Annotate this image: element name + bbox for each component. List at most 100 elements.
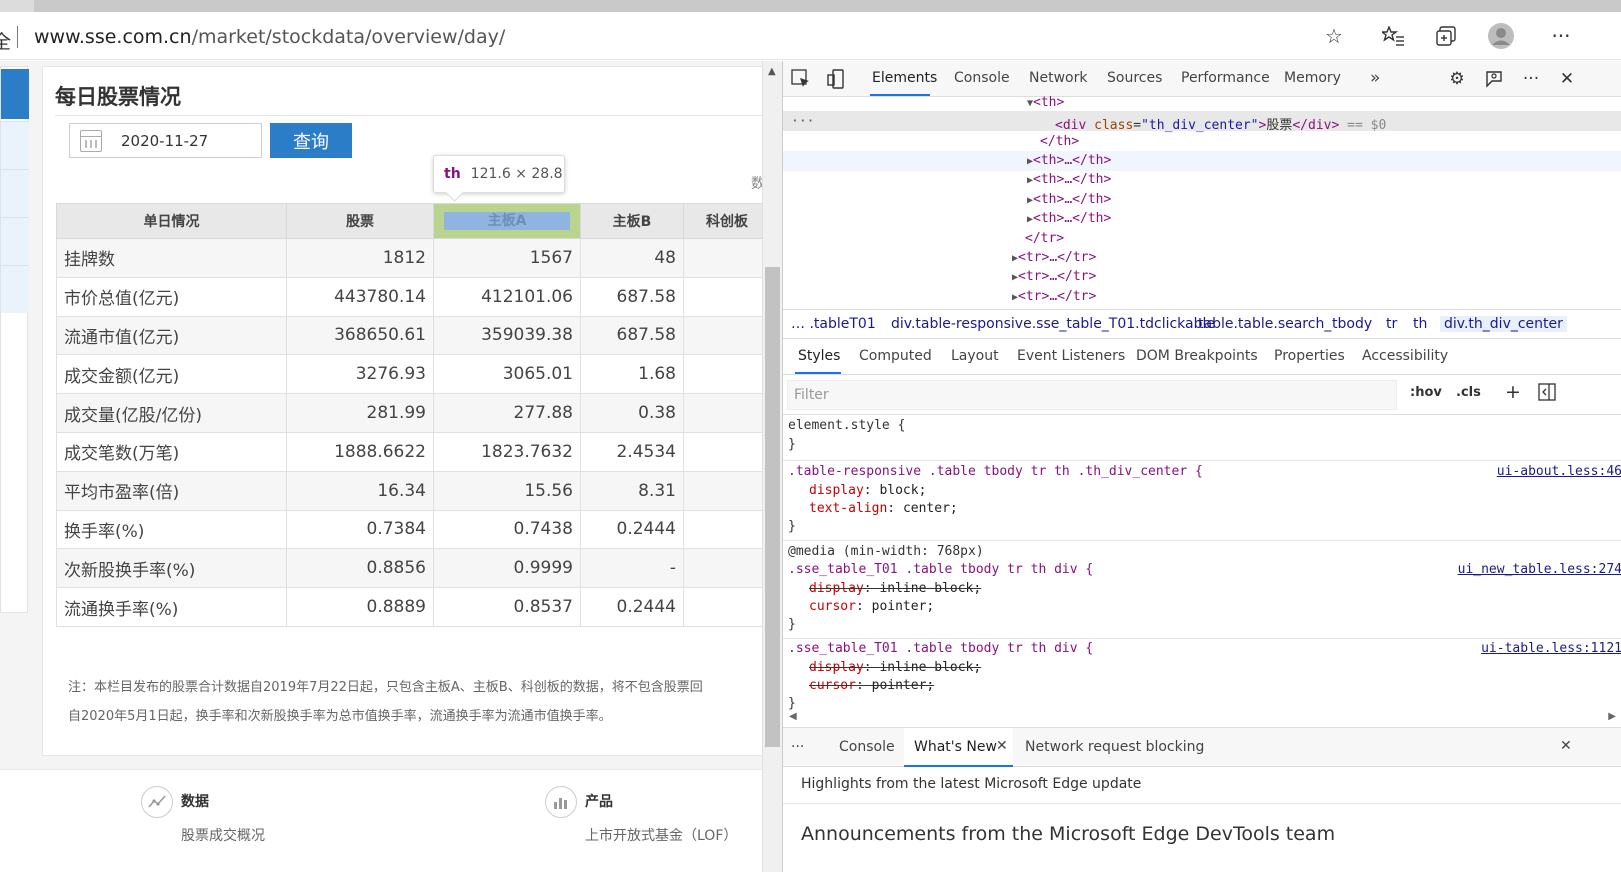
feedback-icon[interactable] [1482, 67, 1506, 91]
dom-node[interactable]: ▶<th>…</th> [1027, 172, 1111, 187]
value-cell[interactable]: - [580, 548, 684, 589]
value-cell[interactable]: 412101.06 [433, 277, 581, 317]
breadcrumb-item[interactable]: th [1413, 316, 1427, 332]
value-cell[interactable]: 16.34 [286, 471, 434, 511]
active-tab-edge[interactable] [34, 0, 1621, 12]
tab-sources[interactable]: Sources [1107, 70, 1162, 86]
row-label-cell[interactable]: 成交量(亿股/亿份) [56, 393, 287, 433]
tab-layout[interactable]: Layout [951, 348, 999, 364]
value-cell[interactable]: 15.56 [433, 471, 581, 511]
dom-node[interactable]: </tr> [1025, 231, 1064, 246]
close-drawer-icon[interactable]: ✕ [1560, 738, 1572, 754]
row-label-cell[interactable]: 流通换手率(%) [56, 587, 287, 627]
header-cell[interactable]: 主板B [580, 203, 684, 239]
style-rule[interactable]: .sse_table_T01 .table tbody tr th div { … [783, 639, 1621, 711]
style-rule[interactable]: @media (min-width: 768px) .sse_table_T01… [783, 541, 1621, 639]
footer-link[interactable]: 上市开放式基金（LOF） [585, 825, 737, 845]
url-field[interactable]: 全 www.sse.com.cn/market/stockdata/overvi… [0, 16, 1361, 56]
tab-console[interactable]: Console [954, 70, 1010, 86]
drawer-tab-console[interactable]: Console [839, 739, 895, 755]
scrollbar-thumb[interactable] [765, 267, 780, 747]
drawer-tab-whats-new[interactable]: What's New [914, 739, 997, 755]
dom-node[interactable]: ▶<th>…</th> [1027, 211, 1111, 226]
row-label-cell[interactable]: 成交笔数(万笔) [56, 432, 287, 472]
calendar-icon[interactable] [80, 130, 102, 152]
page-scrollbar[interactable]: ▲ [762, 61, 782, 872]
value-cell[interactable]: 0.8537 [433, 587, 581, 627]
favorites-list-icon[interactable] [1377, 20, 1409, 52]
header-cell-highlighted[interactable]: 主板A [433, 203, 581, 239]
tab-network[interactable]: Network [1029, 70, 1087, 86]
value-cell[interactable]: 1823.7632 [433, 432, 581, 472]
value-cell[interactable]: 687.58 [580, 277, 684, 317]
style-rule[interactable]: .table-responsive .table tbody tr th .th… [783, 461, 1621, 541]
row-label-cell[interactable]: 换手率(%) [56, 510, 287, 550]
dom-node[interactable]: ▶<tr>…</tr> [1012, 269, 1096, 284]
rule-declaration[interactable]: text-align: center; [809, 501, 958, 516]
hover-state-toggle[interactable]: :hov [1410, 385, 1442, 400]
header-cell[interactable]: 股票 [286, 203, 434, 239]
dom-node[interactable]: ▶<tr>…</tr> [1012, 250, 1096, 265]
rule-source-link[interactable]: ui_new_table.less:274 [1458, 562, 1621, 577]
left-nav-item[interactable] [1, 169, 29, 217]
value-cell[interactable]: 0.7384 [286, 510, 434, 550]
settings-gear-icon[interactable]: ⚙ [1445, 67, 1469, 91]
value-cell[interactable]: 1812 [286, 238, 434, 278]
dom-node[interactable]: ▶<tr>…</tr> [1012, 289, 1096, 304]
footer-link[interactable]: 股票成交概况 [181, 825, 265, 845]
dom-node[interactable]: ▶<th>…</th> [1027, 153, 1111, 168]
value-cell[interactable]: 2.4534 [580, 432, 684, 472]
value-cell[interactable]: 3276.93 [286, 354, 434, 395]
rule-declaration-overridden[interactable]: cursor: pointer; [809, 678, 934, 693]
date-input[interactable]: 2020-11-27 [69, 123, 262, 158]
value-cell[interactable]: 277.88 [433, 393, 581, 433]
drawer-menu-icon[interactable]: ··· [791, 739, 804, 755]
value-cell[interactable]: 0.9999 [433, 548, 581, 589]
row-label-cell[interactable]: 市价总值(亿元) [56, 277, 287, 317]
value-cell[interactable]: 0.7438 [433, 510, 581, 550]
new-style-rule-icon[interactable]: + [1505, 381, 1521, 403]
breadcrumb-item[interactable]: tr [1386, 316, 1397, 332]
inspect-element-icon[interactable] [789, 67, 813, 91]
row-label-cell[interactable]: 平均市盈率(倍) [56, 471, 287, 511]
left-nav-item[interactable] [1, 217, 29, 265]
value-cell[interactable]: 0.8856 [286, 548, 434, 589]
value-cell[interactable]: 281.99 [286, 393, 434, 433]
value-cell[interactable]: 359039.38 [433, 316, 581, 356]
value-cell[interactable]: 0.8889 [286, 587, 434, 627]
tab-accessibility[interactable]: Accessibility [1362, 348, 1448, 364]
favorite-star-icon[interactable]: ☆ [1318, 20, 1350, 52]
tab-performance[interactable]: Performance [1181, 70, 1270, 86]
scroll-left-arrow-icon[interactable]: ◀ [789, 711, 797, 722]
row-label-cell[interactable]: 成交金额(亿元) [56, 354, 287, 395]
device-toolbar-icon[interactable] [825, 67, 849, 91]
class-toggle[interactable]: .cls [1456, 385, 1481, 400]
value-cell[interactable]: 0.2444 [580, 587, 684, 627]
dom-ellipsis[interactable]: ··· [791, 114, 814, 129]
browser-menu-icon[interactable]: ··· [1545, 20, 1577, 52]
left-nav-item[interactable] [1, 265, 29, 313]
value-cell[interactable]: 0.38 [580, 393, 684, 433]
selected-dom-node[interactable]: <div class="th_div_center">股票</div> == $… [1055, 114, 1386, 133]
breadcrumb-item[interactable]: … .tableT01 [791, 316, 876, 332]
tab-elements[interactable]: Elements [872, 70, 937, 86]
header-cell[interactable]: 单日情况 [56, 203, 287, 239]
rule-source-link[interactable]: ui-table.less:1121 [1481, 641, 1621, 656]
breadcrumb-item[interactable]: tbody [1332, 316, 1372, 332]
row-label-cell[interactable]: 次新股换手率(%) [56, 548, 287, 589]
scroll-up-arrow-icon[interactable]: ▲ [768, 66, 776, 77]
dom-node[interactable]: ▼<th> [1027, 95, 1064, 110]
breadcrumb-item[interactable]: div.table-responsive.sse_table_T01.tdcli… [891, 316, 1215, 332]
row-label-cell[interactable]: 流通市值(亿元) [56, 316, 287, 356]
dom-node[interactable]: </th> [1040, 134, 1079, 149]
left-nav-active-item[interactable] [1, 69, 29, 119]
whats-new-announcement[interactable]: Announcements from the Microsoft Edge De… [801, 823, 1335, 845]
more-tabs-icon[interactable]: » [1370, 68, 1380, 88]
style-rule-element[interactable]: element.style { } [783, 415, 1621, 461]
value-cell[interactable]: 0.2444 [580, 510, 684, 550]
value-cell[interactable]: 687.58 [580, 316, 684, 356]
rule-declaration-overridden[interactable]: display: inline-block; [809, 581, 981, 596]
close-devtools-icon[interactable]: ✕ [1555, 67, 1579, 91]
rule-declaration-overridden[interactable]: display: inline-block; [809, 660, 981, 675]
dom-node[interactable]: ▶<th>…</th> [1027, 192, 1111, 207]
